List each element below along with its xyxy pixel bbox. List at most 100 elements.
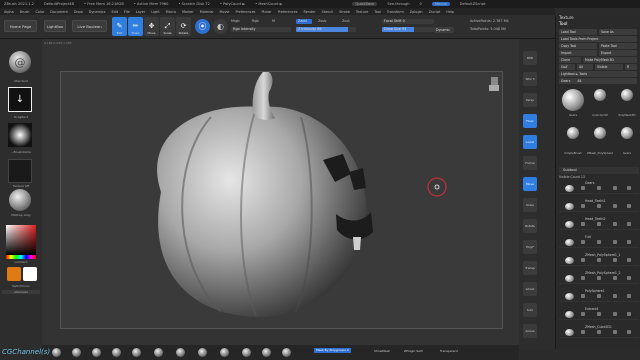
subtool-polypaint-icon[interactable] [613,240,617,244]
subtool-brush-icon[interactable] [597,294,601,298]
subtool-lock-icon[interactable] [627,222,631,226]
zplugin-button[interactable]: ZPlugin Sel3 [404,349,423,353]
quicksave-button[interactable]: QuickSave [352,2,378,6]
subtool-eye-icon[interactable] [581,240,585,244]
clone-button[interactable]: Clone [559,57,581,63]
menu-layer[interactable]: Layer [136,10,145,14]
edit-tool-button[interactable]: ✎ Edit [112,17,127,36]
subtool-polypaint-icon[interactable] [613,258,617,262]
menu-alpha[interactable]: Alpha [4,10,14,14]
subtool-brush-icon[interactable] [597,222,601,226]
subtool-lock-icon[interactable] [627,330,631,334]
right-ghost-button[interactable]: Ghost [523,282,537,296]
menu-help[interactable]: Help [446,10,454,14]
subtool-row[interactable]: ZMesh_Cube2D1 [559,325,639,338]
rgb-toggle[interactable]: Rgb [252,19,259,23]
menu-file[interactable]: File [124,10,130,14]
zadd-toggle[interactable]: Zadd [296,19,312,24]
subtool-lock-icon[interactable] [627,258,631,262]
standard-brush-icon[interactable] [262,348,271,357]
live-boolean-button[interactable]: Live Boolean [72,20,107,32]
smooth-brush-icon[interactable] [52,348,61,357]
texture-icon[interactable] [8,159,32,183]
subtool-brush-icon[interactable] [597,240,601,244]
menus-button[interactable]: Menus [431,2,450,6]
transparent-button[interactable]: Transparent [440,349,458,353]
menu-light[interactable]: Light [151,10,159,14]
subtool-brush-icon[interactable] [597,312,601,316]
right-solo-button[interactable]: Solo [523,303,537,317]
right-scale-button[interactable]: Scale [523,198,537,212]
subtool-polypaint-icon[interactable] [613,330,617,334]
right-rotate-button[interactable]: Rotate [523,219,537,233]
subtool-lock-icon[interactable] [627,312,631,316]
menu-tool[interactable]: Tool [374,10,381,14]
pinch-brush-icon[interactable] [154,348,163,357]
save-as-button[interactable]: Save As [599,29,637,35]
subtool-brush-icon[interactable] [597,186,601,190]
subtool-row[interactable]: Head_Teeth2 [559,217,639,230]
subtool-brush-icon[interactable] [597,258,601,262]
tool-thumbnail[interactable]: ZMesh_PolySphere [587,125,613,161]
menu-picker[interactable]: Picker [261,10,271,14]
copy-tool-button[interactable]: Copy Tool [559,43,597,49]
subtool-lock-icon[interactable] [627,294,631,298]
menu-edit[interactable]: Edit [111,10,118,14]
main-color-swatch[interactable] [7,267,21,281]
draw-tool-button[interactable]: ✏ Draw [128,17,143,36]
z-intensity-slider[interactable]: Z Intensity 86 [296,27,356,32]
menu-marker[interactable]: Marker [182,10,194,14]
right-transp-button[interactable]: Transp [523,261,537,275]
m-toggle[interactable]: M [272,19,275,23]
rgb-intensity-slider[interactable]: Rgb Intensity [231,27,291,32]
export-button[interactable]: Export [599,50,637,56]
lightbox-tools-button[interactable]: Lightbox ► Tools [559,71,637,77]
load-tool-button[interactable]: Load Tool [559,29,597,35]
subtool-eye-icon[interactable] [581,222,585,226]
home-page-button[interactable]: Home Page [4,20,37,32]
menu-movie[interactable]: Movie [219,10,229,14]
see-through-label[interactable]: See-through [387,2,409,6]
subtool-row[interactable]: Extract4 [559,307,639,320]
r-button[interactable]: R [625,64,637,70]
subtool-row[interactable]: ZMesh_PolySphere1_1 [559,253,639,266]
subtool-header[interactable]: Subtool [559,167,639,174]
document-canvas[interactable] [60,70,503,329]
subtool-row[interactable]: Head_Teeth1 [559,199,639,212]
menu-stroke[interactable]: Stroke [339,10,350,14]
subtool-brush-icon[interactable] [597,204,601,208]
clay-brush-icon[interactable] [72,348,81,357]
alpha-icon[interactable] [8,123,32,147]
dam-standard-icon[interactable] [92,348,101,357]
menu-document[interactable]: Document [50,10,68,14]
mrgb-toggle[interactable]: Mrgb [231,19,240,23]
sculptris-icon[interactable]: ⦿ [195,19,210,34]
move-brush-icon[interactable] [112,348,121,357]
tool-thumbnail[interactable]: SimpleBrush [560,125,586,161]
default-zscript[interactable]: DefaultZScript [460,2,486,6]
menu-texture[interactable]: Texture [356,10,368,14]
menu-draw[interactable]: Draw [74,10,83,14]
rotate-tool-button[interactable]: ⟳ Rotate [176,17,191,36]
subtool-brush-icon[interactable] [597,276,601,280]
menu-material[interactable]: Material [200,10,214,14]
subtool-polypaint-icon[interactable] [613,204,617,208]
subtool-lock-icon[interactable] [627,240,631,244]
import-button[interactable]: Import [559,50,597,56]
menu-preferences[interactable]: Preferences [236,10,256,14]
subtool-row[interactable]: PolySphere1 [559,289,639,302]
zsub-toggle[interactable]: Zsub [318,19,326,23]
subtool-lock-icon[interactable] [627,276,631,280]
secondary-color-swatch[interactable] [23,267,37,281]
subtool-eye-icon[interactable] [581,312,585,316]
subtool-lock-icon[interactable] [627,186,631,190]
alternate-button[interactable]: Alternate [2,290,40,294]
inflate-brush-icon[interactable] [132,348,141,357]
subtool-polypaint-icon[interactable] [613,222,617,226]
tool-thumbnail[interactable]: Cylinder3D [587,87,613,123]
subtool-eye-icon[interactable] [581,186,585,190]
subtool-lock-icon[interactable] [627,204,631,208]
material-icon[interactable] [9,189,31,211]
subtool-eye-icon[interactable] [581,330,585,334]
make-polymesh-button[interactable]: Make PolyMesh3D [583,57,637,63]
